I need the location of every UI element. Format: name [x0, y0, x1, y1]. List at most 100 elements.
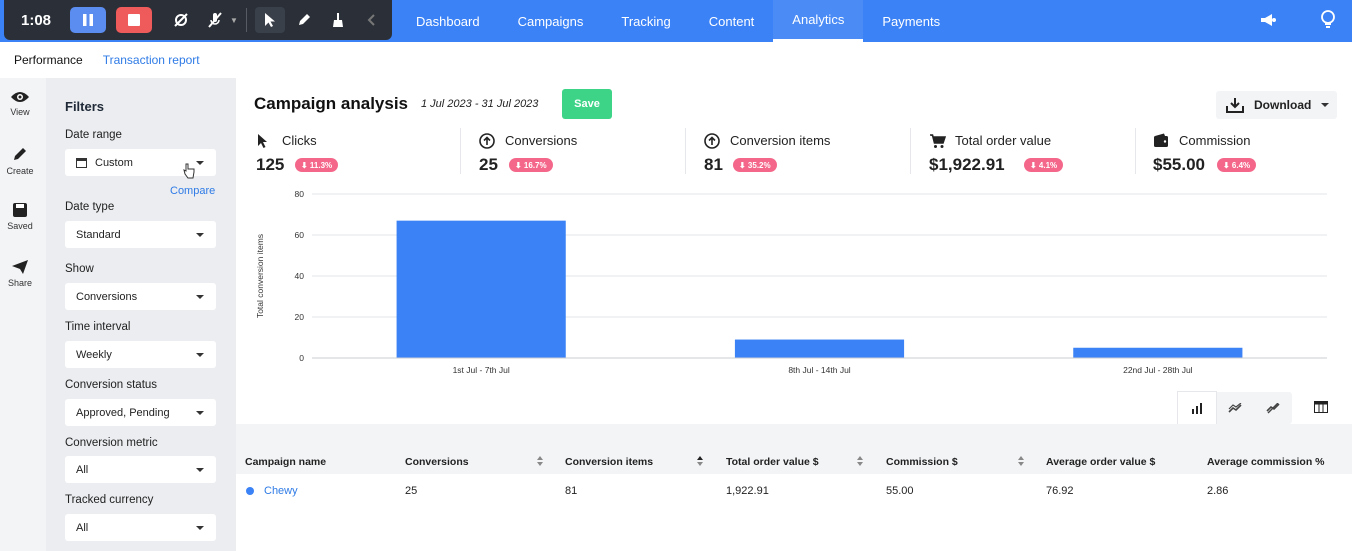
download-label: Download	[1254, 98, 1312, 112]
recording-timer: 1:08	[20, 11, 52, 29]
pointer-tool[interactable]	[254, 7, 285, 33]
pause-button[interactable]	[70, 7, 106, 33]
table-cell: 1,922.91	[726, 485, 769, 497]
eye-icon	[11, 92, 29, 102]
camera-off-button[interactable]	[166, 7, 196, 33]
date-type-select[interactable]: Standard	[65, 221, 216, 248]
date-range-text: 1 Jul 2023 - 31 Jul 2023	[421, 98, 539, 110]
x-tick-label: 22nd Jul - 28th Jul	[1123, 365, 1193, 375]
compare-link[interactable]: Compare	[170, 185, 215, 197]
hand-cursor-icon	[183, 163, 195, 179]
stop-button[interactable]	[116, 7, 152, 33]
kpi-total-order-value: Total order value $1,922.91 ⬇ 4.1%	[929, 132, 1149, 178]
table-cell: 25	[405, 485, 418, 497]
broom-icon	[332, 13, 343, 27]
time-interval-select[interactable]: Weekly	[65, 341, 216, 368]
pen-tool[interactable]	[289, 7, 319, 33]
tab-dashboard[interactable]: Dashboard	[397, 0, 499, 42]
tab-transaction-report[interactable]: Transaction report	[103, 53, 200, 67]
campaign-name-link[interactable]: Chewy	[264, 485, 298, 497]
kpi-label: Clicks	[282, 133, 317, 148]
column-header[interactable]: Campaign name	[245, 456, 326, 468]
x-tick-label: 1st Jul - 7th Jul	[453, 365, 510, 375]
date-type-label: Date type	[65, 201, 115, 213]
top-bar: 1:08 ▼ Dashboard Campaigns Tracking Cont…	[0, 0, 1352, 42]
sort-icon[interactable]	[856, 455, 864, 467]
column-header[interactable]: Conversions	[405, 456, 469, 468]
sort-icon[interactable]	[1017, 455, 1025, 467]
conversion-metric-select[interactable]: All	[65, 456, 216, 483]
download-icon	[1226, 98, 1244, 113]
chart-type-toggle	[1178, 392, 1292, 424]
collapse-toolbar-button[interactable]	[357, 7, 387, 33]
kpi-value: 125	[256, 155, 285, 174]
y-axis-label: Total conversion items	[255, 234, 265, 318]
show-select[interactable]: Conversions	[65, 283, 216, 310]
table-view-button[interactable]	[1314, 400, 1328, 418]
chevron-down-icon	[196, 233, 204, 237]
tab-tracking[interactable]: Tracking	[602, 0, 689, 42]
kpi-conversion-items: Conversion items 81 ⬇ 35.2%	[704, 132, 924, 178]
paper-plane-icon	[12, 260, 28, 274]
y-tick-label: 80	[295, 189, 305, 199]
tab-payments[interactable]: Payments	[863, 0, 959, 42]
date-type-value: Standard	[76, 228, 121, 241]
kpi-change-badge: ⬇ 4.1%	[1024, 158, 1064, 172]
pencil-icon	[14, 148, 26, 160]
save-button[interactable]: Save	[562, 89, 612, 119]
kpi-clicks: Clicks 125 ⬇ 11.3%	[256, 132, 476, 178]
bar	[734, 339, 905, 358]
column-header[interactable]: Average commission %	[1207, 456, 1325, 468]
tab-content[interactable]: Content	[690, 0, 774, 42]
download-button[interactable]: Download	[1216, 91, 1337, 119]
chevron-down-icon	[196, 161, 204, 165]
saved-label: Saved	[7, 221, 33, 231]
column-header[interactable]: Commission $	[886, 456, 958, 468]
line-chart-button[interactable]	[1216, 392, 1254, 424]
chart-off-icon	[1266, 402, 1280, 413]
bar	[1073, 347, 1243, 358]
date-range-label: Date range	[65, 129, 122, 141]
column-header[interactable]: Conversion items	[565, 456, 653, 468]
divider	[460, 128, 461, 174]
tab-campaigns[interactable]: Campaigns	[499, 0, 603, 42]
lightbulb-icon	[1321, 10, 1335, 28]
tracked-currency-value: All	[76, 521, 89, 534]
bar-chart-button[interactable]	[1178, 392, 1216, 424]
tips-button[interactable]	[1320, 10, 1336, 35]
kpi-label: Commission	[1179, 133, 1251, 148]
wallet-icon	[1154, 133, 1168, 147]
time-interval-label: Time interval	[65, 321, 131, 333]
conversion-metric-value: All	[76, 463, 89, 476]
tracked-currency-select[interactable]: All	[65, 514, 216, 541]
conversion-status-select[interactable]: Approved, Pending	[65, 399, 216, 426]
saved-button[interactable]: Saved	[0, 202, 40, 231]
table-row[interactable]: Chewy 25 81 1,922.91 55.00 76.92 2.86	[236, 474, 1352, 508]
sort-icon[interactable]	[536, 455, 544, 467]
bar-chart-icon	[1192, 402, 1202, 414]
create-button[interactable]: Create	[0, 145, 40, 176]
divider	[910, 128, 911, 174]
column-header[interactable]: Total order value $	[726, 456, 819, 468]
view-button[interactable]: View	[0, 90, 40, 117]
x-tick-label: 8th Jul - 14th Jul	[788, 365, 850, 375]
tab-analytics[interactable]: Analytics	[773, 0, 864, 42]
microphone-off-button[interactable]	[200, 7, 230, 33]
chevron-down-icon	[196, 468, 204, 472]
chevron-down-icon	[1321, 103, 1330, 107]
line-chart-icon	[1228, 402, 1242, 413]
hide-chart-button[interactable]	[1254, 392, 1292, 424]
clear-tool[interactable]	[323, 7, 353, 33]
chevron-left-icon	[367, 14, 375, 26]
date-range-value: Custom	[95, 156, 133, 169]
kpi-value: $55.00	[1153, 155, 1205, 174]
pause-icon	[83, 14, 93, 26]
tab-performance[interactable]: Performance	[14, 53, 83, 67]
table-icon	[1314, 401, 1328, 413]
share-button[interactable]: Share	[0, 259, 40, 288]
sort-icon[interactable]	[696, 455, 704, 467]
kpi-label: Conversions	[505, 133, 578, 148]
chevron-down-icon[interactable]: ▼	[230, 16, 238, 25]
notifications-button[interactable]	[1258, 10, 1278, 35]
column-header[interactable]: Average order value $	[1046, 456, 1155, 468]
